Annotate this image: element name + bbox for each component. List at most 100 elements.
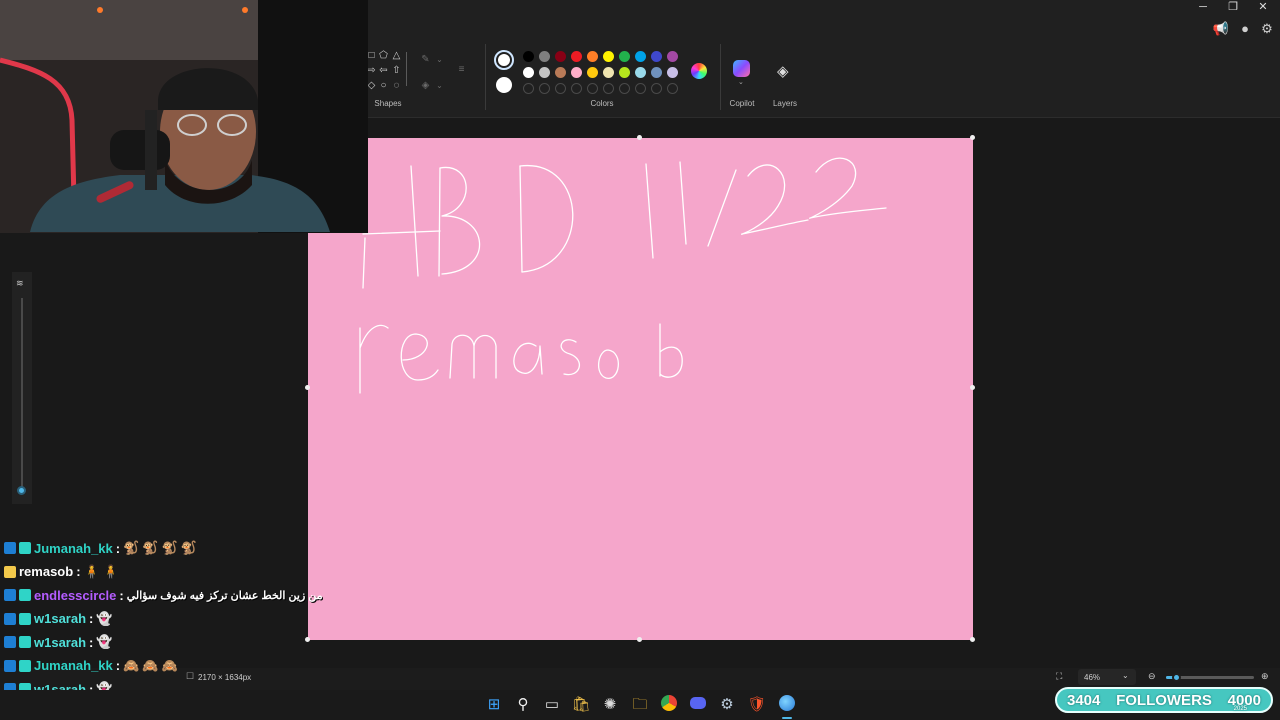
custom-color-slot[interactable] [635,83,646,94]
stroke-letter-b [659,323,683,378]
stroke-size-icon[interactable]: ≡ [456,64,467,75]
custom-color-slot[interactable] [651,83,662,94]
palette-swatch[interactable] [635,51,646,62]
shapes-scrollbar[interactable] [406,52,407,86]
palette-swatch[interactable] [587,51,598,62]
stroke-letter-e [400,333,439,381]
search-icon[interactable]: ⚲ [513,695,533,715]
file-explorer-icon[interactable]: 🗀 [630,695,650,715]
resize-handle-bottom-right[interactable] [970,637,975,642]
canvas-size-text: 2170 × 1634px [198,673,252,682]
chevron-down-icon[interactable]: ⌄ [434,80,445,91]
custom-color-slot[interactable] [523,83,534,94]
speech-bubble-oval-shape-icon[interactable]: ○ [378,80,389,91]
chat-emote: 🧍 [83,563,100,579]
chat-badge-icon [19,636,31,648]
zoom-in-icon[interactable]: ⊕ [1261,671,1269,682]
resize-handle-bottom[interactable] [637,637,642,642]
custom-color-slot[interactable] [539,83,550,94]
custom-color-slot[interactable] [619,83,630,94]
resize-handle-top[interactable] [637,135,642,140]
active-app-indicator [782,717,792,719]
feedback-icon[interactable]: 📢 [1212,20,1230,38]
palette-swatch[interactable] [619,67,630,78]
arrow-left-shape-icon[interactable]: ⇦ [378,65,389,76]
speech-bubble-shape-icon[interactable]: ◌ [391,80,402,91]
chat-badge-icon [19,589,31,601]
chat-badge-icon [4,542,16,554]
copilot-icon[interactable] [733,60,750,77]
restore-button[interactable]: ❐ [1218,0,1248,14]
palette-swatch[interactable] [635,67,646,78]
palette-swatch[interactable] [523,67,534,78]
task-view-icon[interactable]: ▭ [542,695,562,715]
primary-color-swatch[interactable] [494,50,514,70]
stroke-letter-r [359,324,389,394]
palette-swatch[interactable] [539,51,550,62]
palette-swatch[interactable] [571,67,582,78]
secondary-color-swatch[interactable] [496,77,512,93]
stroke-letter-s [560,339,580,376]
edit-colors-icon[interactable] [691,63,707,79]
drawing-canvas[interactable] [308,138,973,640]
brave-icon[interactable]: 🛡 [747,695,767,715]
palette-swatch[interactable] [555,51,566,62]
palette-swatch[interactable] [603,51,614,62]
custom-color-slot[interactable] [667,83,678,94]
zoom-out-icon[interactable]: ⊖ [1148,671,1156,682]
chevron-down-icon[interactable]: ⌄ [738,78,744,86]
divider [720,44,721,110]
palette-swatch[interactable] [667,67,678,78]
palette-swatch[interactable] [667,51,678,62]
resize-handle-left[interactable] [305,385,310,390]
palette-swatch[interactable] [571,51,582,62]
zoom-dropdown[interactable]: 46% ⌄ [1078,669,1136,685]
chat-separator: : [119,587,124,603]
paint-icon[interactable] [777,695,797,715]
palette-swatch[interactable] [603,67,614,78]
chat-message: endlesscircle: من زين الخط عشان تركز فيه … [4,585,323,605]
pentagon-shape-icon[interactable]: ⬠ [378,50,389,61]
arrow-up-shape-icon[interactable]: ⇧ [391,65,402,76]
stroke-letter-o [598,349,619,379]
fill-icon[interactable]: ◈ [420,80,431,91]
custom-color-slot[interactable] [603,83,614,94]
minimize-button[interactable]: ─ [1188,0,1218,14]
windows-start-icon[interactable]: ⊞ [484,695,504,715]
chrome-icon[interactable] [659,695,679,715]
custom-color-slot[interactable] [555,83,566,94]
steam-icon[interactable]: ⚙ [717,695,737,715]
chat-username: Jumanah_kk [34,540,113,556]
palette-swatch[interactable] [651,51,662,62]
chatgpt-icon[interactable]: ✺ [600,695,620,715]
fit-to-window-icon[interactable]: ⛶ [1056,671,1062,682]
palette-swatch[interactable] [651,67,662,78]
custom-color-slot[interactable] [571,83,582,94]
chat-username: w1sarah [34,634,87,650]
palette-swatch[interactable] [619,51,630,62]
outline-icon[interactable]: ✎ [420,54,431,65]
chevron-down-icon[interactable]: ⌄ [434,54,445,65]
resize-handle-right[interactable] [970,385,975,390]
chat-vertical-slider[interactable]: ≋ [12,272,32,504]
account-icon[interactable]: ● [1236,20,1254,38]
zoom-slider[interactable] [1166,673,1254,682]
slider-thumb[interactable] [17,486,26,495]
stroke-digit-2 [809,157,887,219]
settings-gear-icon[interactable]: ⚙ [1258,20,1276,38]
stroke-letter-b [438,167,441,277]
store-icon[interactable]: 🛍 [571,695,591,715]
layers-icon[interactable]: ◈ [777,62,789,80]
chat-username: endlesscircle [34,587,117,603]
palette-swatch[interactable] [555,67,566,78]
palette-swatch[interactable] [523,51,534,62]
close-button[interactable]: ✕ [1248,0,1278,14]
triangle-shape-icon[interactable]: △ [391,50,402,61]
resize-handle-top-right[interactable] [970,135,975,140]
discord-logo [690,697,706,709]
discord-icon[interactable] [688,695,708,715]
palette-swatch[interactable] [539,67,550,78]
palette-swatch[interactable] [587,67,598,78]
custom-color-slot[interactable] [587,83,598,94]
zoom-slider-thumb[interactable] [1172,673,1181,682]
